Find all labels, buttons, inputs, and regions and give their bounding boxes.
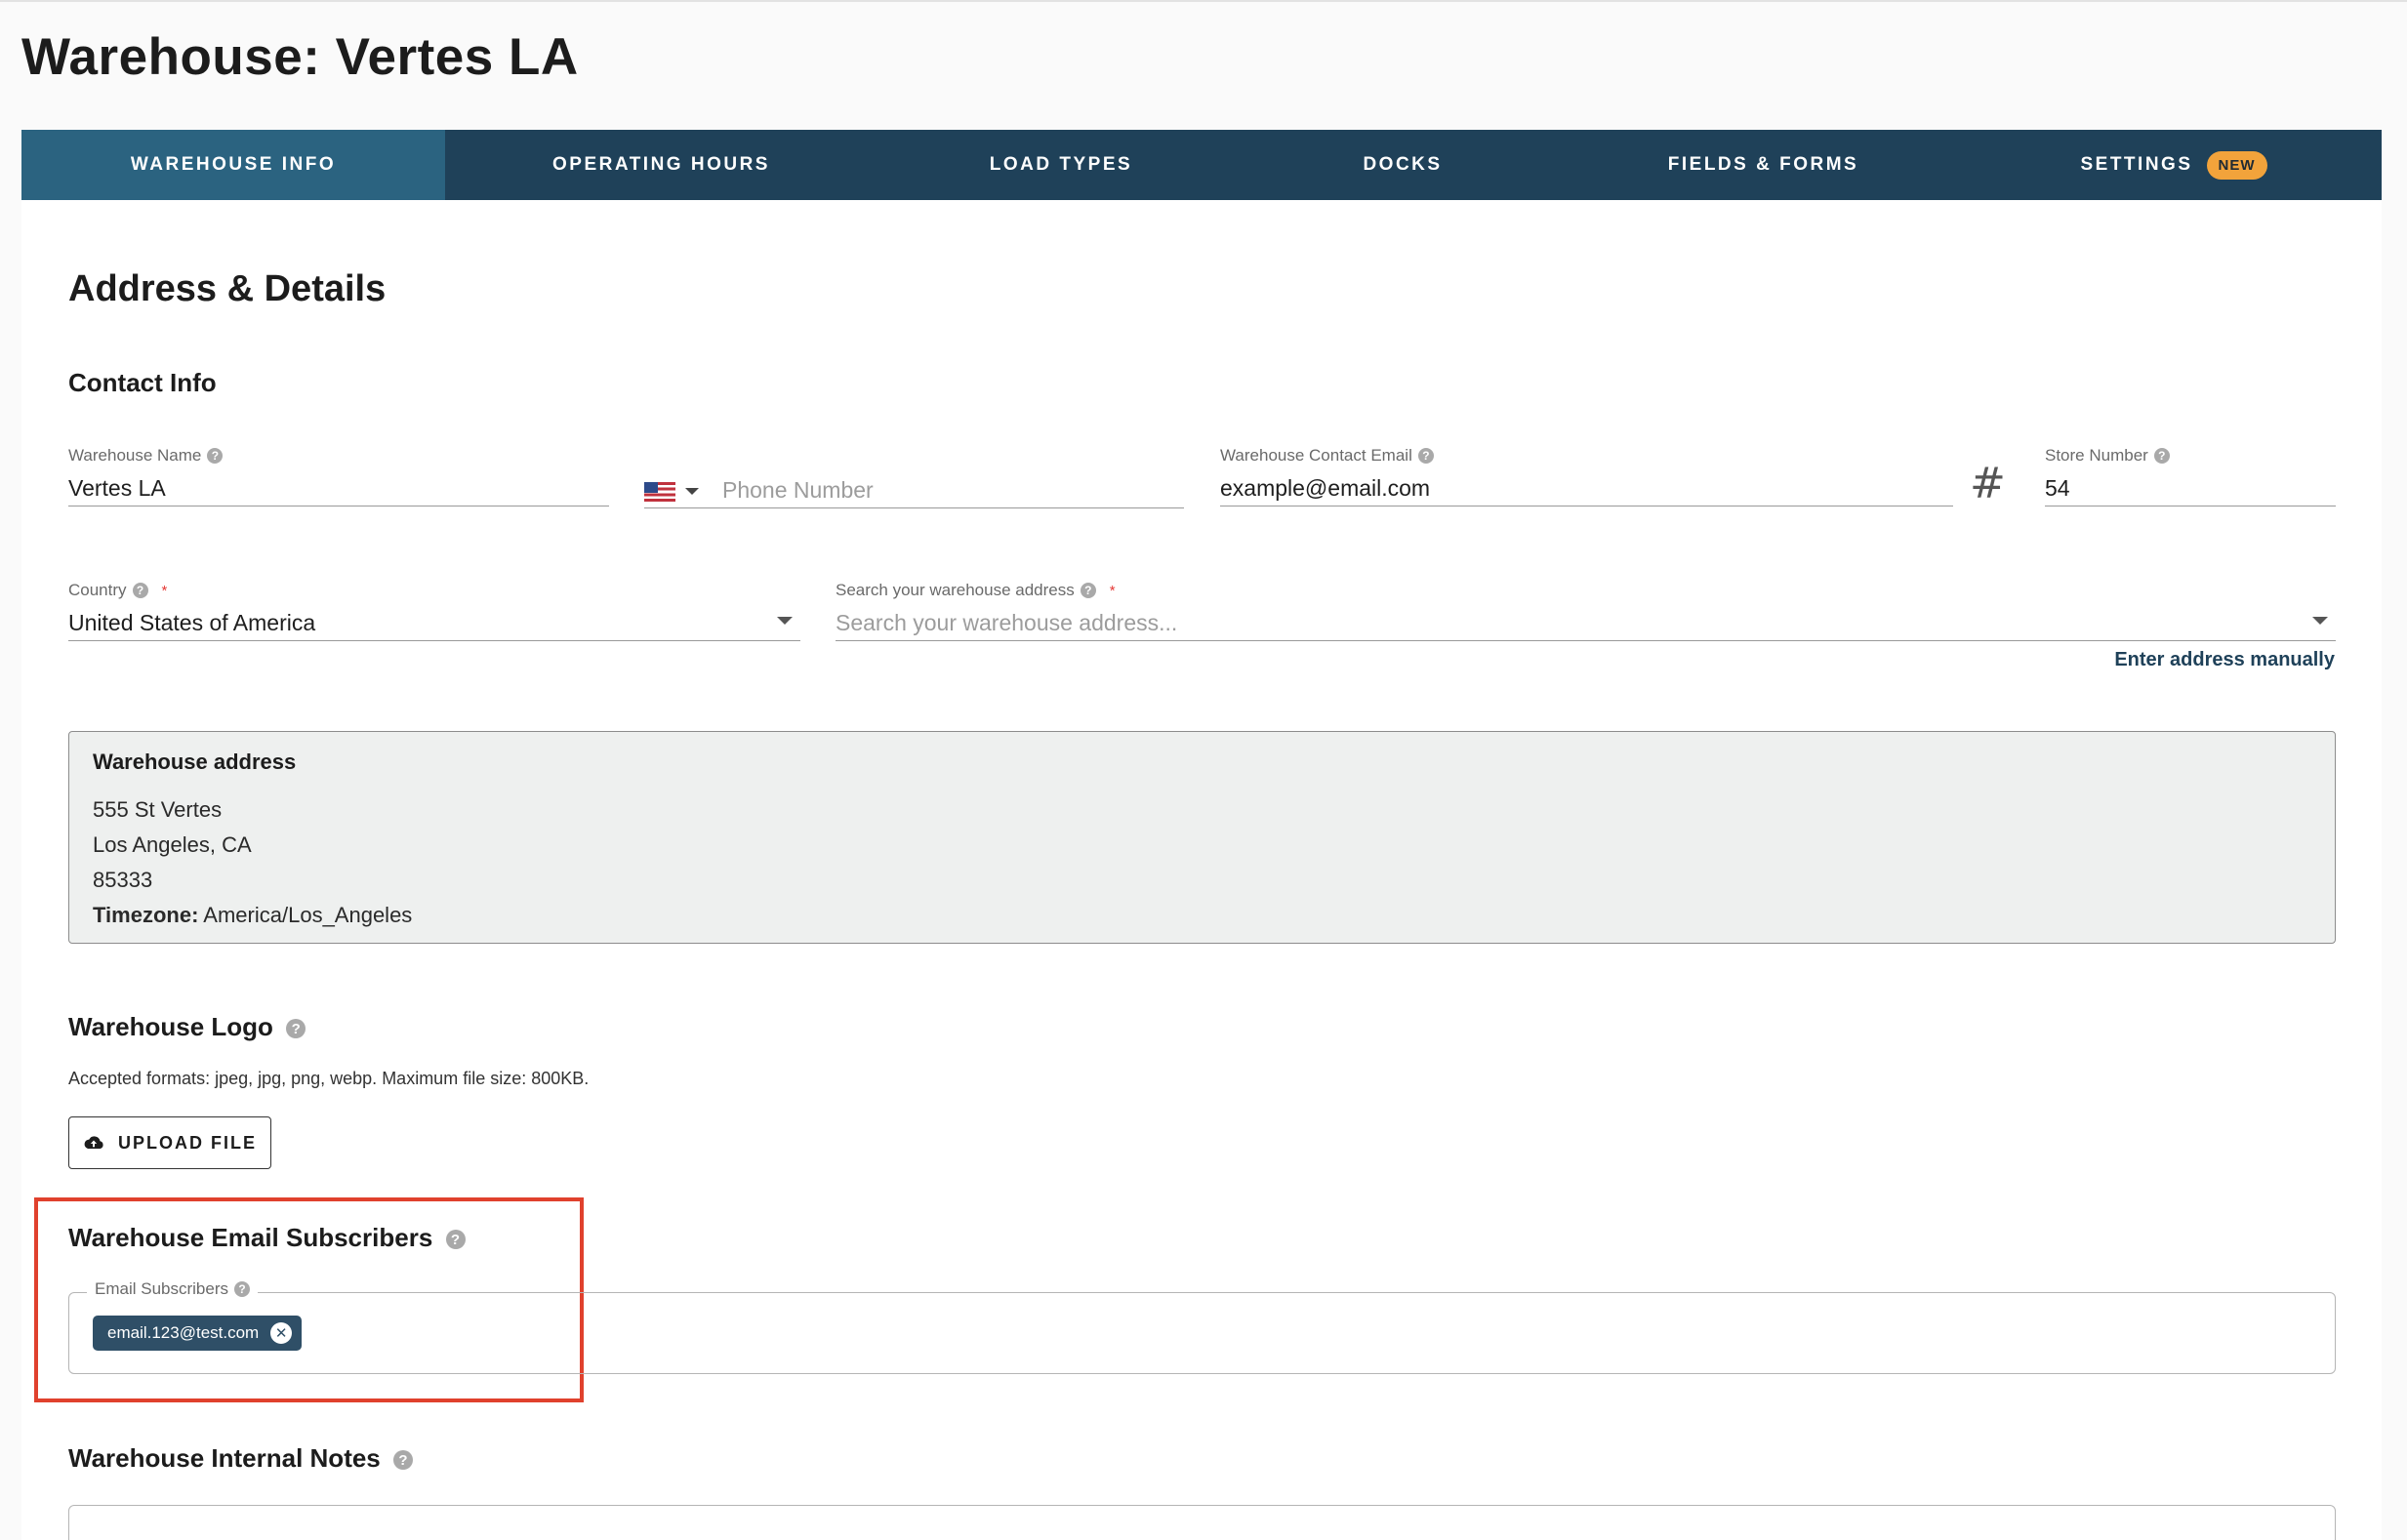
address-search-placeholder: Search your warehouse address... [836,610,1178,635]
store-number-input[interactable]: 54 [2045,466,2336,507]
contact-email-field: Warehouse Contact Email ? example@email.… [1220,446,1953,507]
top-divider [0,0,2407,2]
notes-title: Warehouse Internal Notes [68,1443,381,1473]
email-subscribers-label: Email Subscribers [95,1279,228,1298]
address-line-1: 555 St Vertes [93,797,223,822]
address-search-label: Search your warehouse address [836,581,1075,599]
country-label: Country [68,581,127,599]
enter-address-manually-link[interactable]: Enter address manually [2114,649,2335,671]
country-value: United States of America [68,610,316,635]
phone-field: Phone Number [644,467,1184,508]
chevron-down-icon[interactable] [685,488,699,496]
warehouse-name-input[interactable]: Vertes LA [68,466,609,507]
required-asterisk: * [1109,582,1116,599]
address-title: Warehouse address [93,750,297,774]
hash-icon: # [1970,459,2006,508]
email-chip[interactable]: email.123@test.com ✕ [93,1316,303,1351]
phone-input[interactable]: Phone Number [644,467,1184,508]
tab-docks[interactable]: DOCKS [1244,130,1561,200]
tab-bar: WAREHOUSE INFO OPERATING HOURS LOAD TYPE… [21,130,2382,200]
cloud-upload-icon [84,1136,103,1149]
contact-info-title: Contact Info [68,368,217,397]
chevron-down-icon[interactable] [777,617,793,625]
tab-load-types[interactable]: LOAD TYPES [877,130,1244,200]
timezone-label: Timezone: [93,903,199,927]
help-icon[interactable]: ? [207,448,224,464]
address-timezone: Timezone: America/Los_Angeles [93,898,2311,933]
tab-operating-hours[interactable]: OPERATING HOURS [445,130,877,200]
upload-file-button[interactable]: UPLOAD FILE [68,1116,271,1169]
page-title: Warehouse: Vertes LA [21,28,579,86]
new-badge: NEW [2206,150,2267,180]
section-title: Address & Details [68,268,387,309]
tab-label: DOCKS [1363,154,1443,175]
tab-label: SETTINGS [2080,154,2193,175]
help-icon[interactable]: ? [234,1281,250,1297]
help-icon[interactable]: ? [445,1230,466,1250]
chevron-down-icon[interactable] [2312,617,2328,625]
help-icon[interactable]: ? [1417,448,1434,464]
contact-email-label: Warehouse Contact Email [1220,446,1412,465]
upload-file-label: UPLOAD FILE [118,1132,257,1153]
contact-email-input[interactable]: example@email.com [1220,466,1953,507]
tab-label: WAREHOUSE INFO [130,154,337,175]
subscribers-title-row: Warehouse Email Subscribers ? [68,1223,466,1253]
close-icon[interactable]: ✕ [270,1322,293,1344]
logo-title-row: Warehouse Logo ? [68,1012,306,1042]
warehouse-address-card: Warehouse address 555 St Vertes Los Ange… [68,731,2336,944]
logo-format-note: Accepted formats: jpeg, jpg, png, webp. … [68,1069,590,1088]
timezone-value: America/Los_Angeles [203,903,413,927]
email-chip-label: email.123@test.com [107,1323,260,1342]
address-line-3: 85333 [93,868,153,892]
warehouse-name-field: Warehouse Name ? Vertes LA [68,446,609,507]
address-search-field: Search your warehouse address ? * Search… [836,581,2336,641]
tab-fields-forms[interactable]: FIELDS & FORMS [1561,130,1966,200]
address-line-2: Los Angeles, CA [93,832,252,857]
tab-label: FIELDS & FORMS [1667,154,1859,175]
phone-placeholder: Phone Number [722,477,874,503]
country-select[interactable]: United States of America [68,600,800,641]
internal-notes-input[interactable] [68,1505,2336,1540]
notes-title-row: Warehouse Internal Notes ? [68,1443,414,1474]
content-panel: Address & Details Contact Info Warehouse… [21,200,2382,1540]
help-icon[interactable]: ? [393,1450,414,1471]
country-field: Country ? * United States of America [68,581,800,641]
tab-settings[interactable]: SETTINGS NEW [1966,130,2382,200]
help-icon[interactable]: ? [286,1019,306,1039]
address-search-input[interactable]: Search your warehouse address... [836,600,2336,641]
email-subscribers-input[interactable]: Email Subscribers ? email.123@test.com ✕ [68,1279,2336,1374]
logo-title: Warehouse Logo [68,1012,273,1041]
tab-warehouse-info[interactable]: WAREHOUSE INFO [21,130,445,200]
help-icon[interactable]: ? [1080,583,1096,598]
required-asterisk: * [161,582,168,599]
help-icon[interactable]: ? [132,583,148,598]
warehouse-name-label: Warehouse Name [68,446,202,465]
us-flag-icon[interactable] [644,481,675,502]
store-number-label: Store Number [2045,446,2148,465]
subscribers-title: Warehouse Email Subscribers [68,1223,433,1252]
store-number-field: Store Number ? 54 [2045,446,2336,507]
tab-label: LOAD TYPES [989,154,1133,175]
help-icon[interactable]: ? [2153,448,2170,464]
tab-label: OPERATING HOURS [552,154,770,175]
